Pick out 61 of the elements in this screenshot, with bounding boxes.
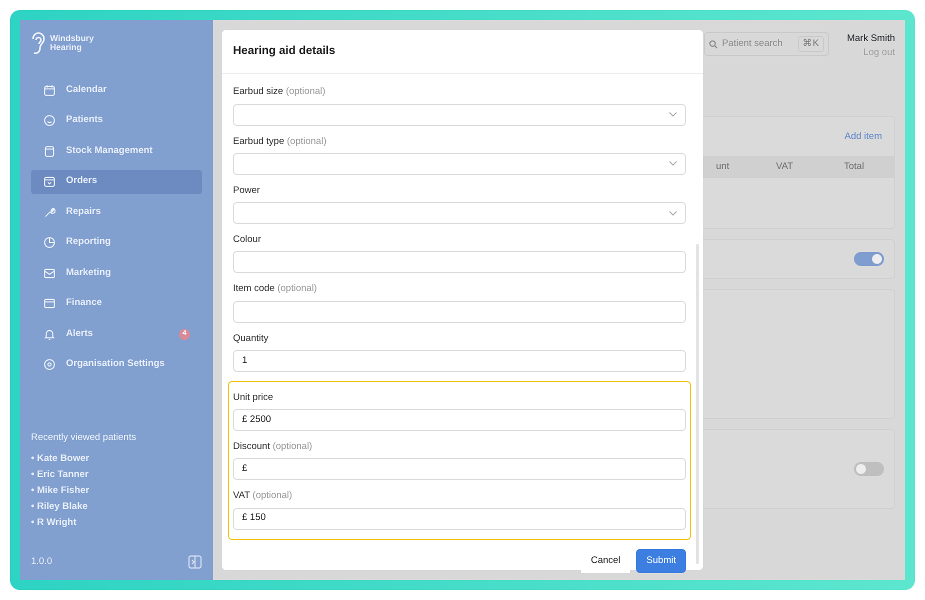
- calendar-icon: [43, 84, 56, 96]
- search-icon: [708, 40, 718, 49]
- column-header: unt: [716, 161, 730, 172]
- patient-link[interactable]: • Riley Blake: [31, 499, 202, 515]
- sidebar-item[interactable]: Repairs: [31, 200, 202, 224]
- submit-button[interactable]: Submit: [636, 548, 686, 573]
- field-label: VAT (optional): [233, 489, 294, 504]
- sidebar-item[interactable]: Marketing: [31, 261, 202, 285]
- field-label: Discount (optional): [233, 440, 314, 454]
- select-field[interactable]: [233, 202, 686, 224]
- field-label: Earbud size (optional): [233, 85, 326, 100]
- dialog-title: Hearing aid details: [222, 30, 703, 74]
- collapse-icon[interactable]: [188, 555, 202, 570]
- pie-chart-icon: [43, 236, 56, 249]
- patient-link[interactable]: • R Wright: [31, 515, 202, 531]
- sidebar-item[interactable]: Orders: [31, 170, 202, 194]
- patient-link[interactable]: • Mike Fisher: [31, 483, 202, 499]
- chevron-down-icon: [669, 161, 677, 166]
- field-label: Colour: [233, 233, 262, 247]
- column-header: Total: [844, 161, 864, 172]
- input-field[interactable]: [233, 300, 686, 322]
- field-label: Quantity: [233, 332, 270, 346]
- wrench-icon: [43, 206, 56, 218]
- version-text: 1.0.0: [31, 555, 52, 570]
- sidebar-item[interactable]: Stock Management: [31, 139, 202, 163]
- field-label: Unit price: [233, 390, 274, 405]
- search-field[interactable]: Patient search ⌘K: [704, 32, 829, 56]
- input-field[interactable]: 1: [233, 350, 686, 372]
- input-field[interactable]: £ 150: [233, 508, 686, 530]
- sidebar-item[interactable]: Reporting: [31, 230, 202, 254]
- sidebar-item[interactable]: Patients: [31, 108, 202, 132]
- field-label: Item code (optional): [233, 282, 318, 296]
- chevron-down-icon: [669, 112, 677, 117]
- field-label: Earbud type (optional): [233, 134, 328, 148]
- input-field[interactable]: [233, 251, 686, 274]
- toggle-switch[interactable]: [854, 252, 884, 266]
- logout-link[interactable]: Log out: [846, 46, 895, 60]
- select-field[interactable]: [233, 152, 686, 175]
- sidebar-item[interactable]: Finance: [31, 292, 202, 316]
- input-field[interactable]: £ 2500: [233, 409, 686, 431]
- brand-name: Windsbury Hearing: [50, 34, 94, 52]
- user-name: Mark Smith: [846, 32, 895, 46]
- bell-icon: [43, 328, 56, 340]
- chevron-down-icon: [669, 210, 677, 216]
- patient-link[interactable]: • Kate Bower: [31, 451, 202, 467]
- column-header: VAT: [776, 161, 794, 172]
- patient-link[interactable]: • Eric Tanner: [31, 467, 202, 483]
- input-field[interactable]: £: [233, 458, 686, 480]
- shortcut-key: ⌘K: [798, 36, 824, 52]
- sidebar-item[interactable]: Calendar: [31, 78, 202, 102]
- select-field[interactable]: [233, 104, 686, 126]
- card-icon: [43, 297, 56, 310]
- smiley-icon: [43, 114, 56, 127]
- toggle-switch[interactable]: [854, 462, 884, 476]
- add-item-link[interactable]: Add item: [844, 131, 882, 142]
- calendar-check-icon: [43, 175, 56, 188]
- sidebar-item[interactable]: Organisation Settings: [31, 352, 202, 376]
- envelope-icon: [43, 266, 56, 280]
- ear-logo-icon: [30, 30, 46, 56]
- field-label: Power: [233, 184, 261, 198]
- section-heading: Recently viewed patients: [31, 430, 138, 445]
